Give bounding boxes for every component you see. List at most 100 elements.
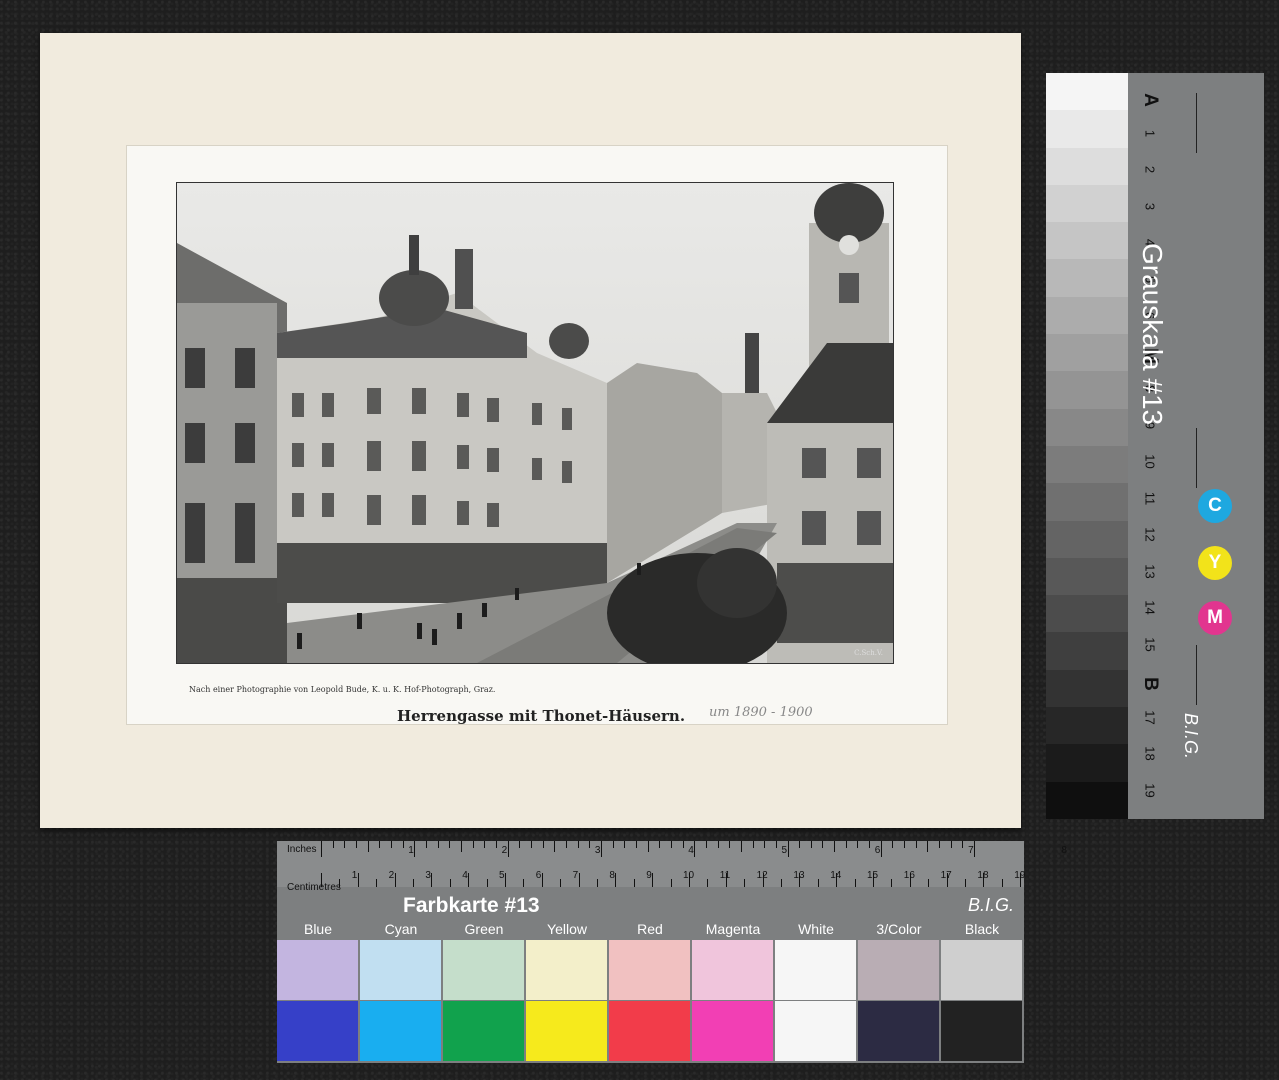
- ruler-cm-number: 3: [425, 870, 431, 881]
- ruler-cm-number: 8: [609, 870, 615, 881]
- gray-step: [1046, 744, 1128, 782]
- ruler-cm-number: 6: [535, 870, 542, 881]
- ruler-cm-number: 12: [756, 870, 768, 881]
- ruler-tick: [554, 841, 556, 852]
- ruler-tick: [764, 841, 766, 848]
- gray-step: [1046, 408, 1128, 446]
- ruler-tick: [752, 841, 754, 848]
- ruler-cm-number: 16: [903, 870, 915, 881]
- ruler-inch-number: 2: [501, 845, 508, 856]
- swatch-light: [692, 940, 773, 1000]
- ruler-tick: [355, 841, 357, 848]
- ruler-cm-number: 1: [351, 870, 358, 881]
- ruler-tick: [541, 873, 543, 887]
- gray-step: [1046, 781, 1128, 819]
- ruler-tick: [530, 841, 532, 848]
- ruler-tick: [560, 879, 562, 887]
- ruler-tick: [787, 841, 789, 857]
- swatch-dark: [526, 1001, 607, 1061]
- gray-step: [1046, 110, 1128, 148]
- divider-line: [1196, 645, 1197, 705]
- photo-print: C.Sch.V. Nach einer Photographie von Leo…: [126, 145, 948, 725]
- ruler-tick: [449, 841, 451, 848]
- ruler-tick: [705, 841, 707, 848]
- grayscale-title: Grauskala #13: [1137, 243, 1168, 426]
- ruler-tick: [682, 841, 684, 848]
- ruler-tick: [740, 841, 742, 852]
- ruler-tick: [612, 841, 614, 848]
- color-card: Inches Centimetres 1 2 3 4 5 6 7 8 1 2 3 4 5 6 7 8 9 10 11…: [277, 841, 1067, 1063]
- ruler-tick: [507, 841, 509, 857]
- photo-credit: Nach einer Photographie von Leopold Bude…: [189, 685, 496, 694]
- ruler-tick: [670, 841, 672, 848]
- swatch-label: Cyan: [384, 921, 418, 937]
- ruler-tick: [332, 841, 334, 848]
- ruler-cm-number: 10: [683, 870, 695, 881]
- gray-step: [1046, 669, 1128, 708]
- ruler-tick: [927, 841, 929, 852]
- ruler-tick: [647, 841, 649, 852]
- gray-step: [1046, 707, 1128, 745]
- ruler-cm-number: 9: [646, 870, 652, 881]
- ruler: Inches Centimetres 1 2 3 4 5 6 7 8 1 2 3 4 5 6 7 8 9 10 11…: [277, 841, 1067, 893]
- divider-line: [1196, 428, 1197, 488]
- ruler-tick: [542, 841, 544, 848]
- swatch-label: Black: [964, 921, 1000, 937]
- magenta-dot: M: [1198, 601, 1232, 635]
- ruler-tick: [962, 841, 964, 848]
- gray-step: [1046, 184, 1128, 223]
- ruler-inch-number: 7: [968, 845, 974, 856]
- ruler-tick: [939, 841, 941, 848]
- gray-step: [1046, 632, 1128, 670]
- swatch-light: [941, 940, 1022, 1000]
- gray-step: [1046, 520, 1128, 558]
- ruler-tick: [344, 841, 346, 848]
- ruler-cm-number: 15: [867, 870, 879, 881]
- ruler-tick: [321, 841, 322, 857]
- ruler-tick: [376, 879, 378, 887]
- ruler-tick: [578, 873, 580, 887]
- ruler-inches-label: Inches: [287, 844, 317, 855]
- swatch-label: Blue: [303, 921, 333, 937]
- gray-step: [1046, 259, 1128, 297]
- swatch-light: [277, 940, 358, 1000]
- swatch-dark: [941, 1001, 1022, 1061]
- ruler-inch-number: 6: [874, 845, 881, 856]
- ruler-tick: [928, 879, 930, 887]
- swatch-dark: [277, 1001, 358, 1061]
- ruler-tick: [891, 879, 893, 887]
- ruler-tick: [775, 841, 777, 848]
- ruler-inch-number: 1: [408, 845, 414, 856]
- ruler-inch-number: 8: [1061, 845, 1067, 856]
- gray-step: [1046, 445, 1128, 484]
- swatch-label: Magenta: [705, 921, 761, 937]
- ruler-tick: [431, 873, 433, 887]
- ruler-tick: [659, 841, 661, 848]
- divider-line: [1196, 93, 1197, 153]
- gray-step: [1046, 334, 1128, 372]
- swatch-light: [609, 940, 690, 1000]
- swatch-dark: [360, 1001, 441, 1061]
- ruler-inch-number: 3: [594, 845, 601, 856]
- ruler-tick: [394, 873, 396, 887]
- ruler-cm-number: 2: [388, 870, 395, 881]
- swatch-dark: [775, 1001, 856, 1061]
- ruler-tick: [635, 841, 637, 848]
- ruler-tick: [460, 841, 462, 852]
- ruler-tick: [589, 841, 591, 848]
- ruler-tick: [880, 841, 882, 857]
- grayscale-step-label: 15: [1142, 636, 1158, 652]
- mounting-board: C.Sch.V. Nach einer Photographie von Leo…: [40, 33, 1021, 828]
- ruler-cm-number: 7: [572, 870, 579, 881]
- ruler-tick: [523, 879, 525, 887]
- ruler-tick: [854, 879, 856, 887]
- ruler-tick: [390, 841, 392, 848]
- ruler-inch-number: 4: [688, 845, 694, 856]
- grayscale-steps: [1046, 73, 1128, 819]
- print-signature: C.Sch.V.: [854, 649, 883, 657]
- swatch-label: Red: [637, 921, 663, 937]
- swatch-label: Yellow: [547, 921, 587, 937]
- gray-step: [1046, 371, 1128, 409]
- gray-step: [1046, 557, 1128, 596]
- ruler-tick: [367, 841, 369, 852]
